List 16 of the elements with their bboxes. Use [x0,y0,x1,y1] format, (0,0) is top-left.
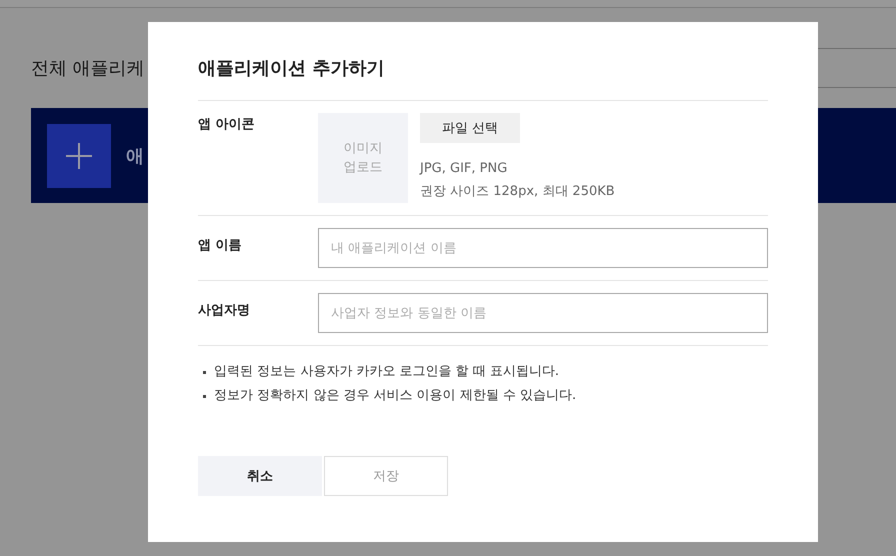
page-title: 전체 애플리케 [31,57,145,80]
cancel-button[interactable]: 취소 [198,456,322,496]
input-field[interactable]: 내 애플리케이션 이름 [318,228,768,268]
input-field[interactable]: 사업자 정보와 동일한 이름 [318,293,768,333]
add-tile[interactable] [47,124,111,188]
plus-icon [66,142,92,168]
field-label: 앱 아이콘 [198,116,256,134]
dialog-title: 애플리케이션 추가하기 [198,56,768,101]
field-label: 앱 이름 [198,237,243,255]
file-hint: 권장 사이즈 128px, 최대 250KB [420,183,615,201]
banner-label: 애 [126,144,144,168]
note-text: 정보가 정확하지 않은 경우 서비스 이용이 제한될 수 있습니다. [214,387,576,405]
field-label: 사업자명 [198,302,251,320]
file-select-button[interactable]: 파일 선택 [420,113,520,143]
note-text: 입력된 정보는 사용자가 카카오 로그인을 할 때 표시됩니다. [214,363,560,381]
file-hint: JPG, GIF, PNG [420,160,508,178]
